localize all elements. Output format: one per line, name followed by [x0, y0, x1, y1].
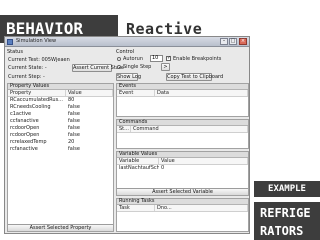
variable-name: lastNachtaufSchwel...	[119, 165, 159, 171]
property-value: false	[68, 104, 80, 110]
variable-value-column-header[interactable]: Value	[159, 158, 248, 164]
data-column-header[interactable]: Data	[155, 90, 248, 96]
next-step-button[interactable]: >	[161, 63, 170, 71]
running-tasks-panel: Running Tasks Task Dno...	[116, 198, 249, 232]
commands-table-header: St... Command	[117, 126, 248, 133]
value-column-header[interactable]: Value	[66, 90, 113, 96]
example-tag: Example	[254, 181, 320, 197]
events-table-header: Event Data	[117, 90, 248, 97]
property-name: c1active	[10, 111, 32, 117]
property-name: rcfanactive	[10, 146, 38, 152]
autorun-label: Autorun	[123, 56, 144, 62]
single-step-radio[interactable]	[117, 65, 121, 69]
table-row[interactable]: rcfanactive false	[8, 146, 113, 153]
tasks-table-header: Task Dno...	[117, 205, 248, 212]
property-name: RCneedsCooling	[10, 104, 51, 110]
table-row[interactable]: rcdoorOpen false	[8, 125, 113, 132]
assert-current-state-button[interactable]: Assert Current State	[72, 64, 124, 72]
autorun-radio[interactable]	[117, 57, 121, 61]
property-value: 80	[68, 97, 75, 103]
step-interval-spinner[interactable]: 10	[150, 55, 163, 62]
table-row[interactable]: ccfanactive false	[8, 118, 113, 125]
events-panel: Events Event Data	[116, 83, 249, 117]
property-name: ccfanactive	[10, 118, 39, 124]
property-name: rcdoorOpen	[10, 125, 40, 131]
window-titlebar[interactable]: Simulation View – □ ×	[5, 37, 249, 47]
show-log-button[interactable]: Show Log	[116, 73, 141, 81]
maximize-button[interactable]: □	[229, 38, 237, 45]
current-step-label: Current Step: -	[8, 74, 45, 80]
property-value: false	[68, 125, 80, 131]
table-row[interactable]: rcdoorOpen false	[8, 132, 113, 139]
current-state-label: Current State: -	[8, 65, 47, 71]
event-column-header[interactable]: Event	[117, 90, 155, 96]
property-values-panel: Property Values Property Value RCaccumul…	[7, 83, 114, 232]
property-value: false	[68, 118, 80, 124]
single-step-label: Single Step	[123, 64, 152, 70]
window-title: Simulation View	[16, 38, 57, 44]
refrigerators-tag: Refrige rators	[254, 202, 320, 240]
variable-column-header[interactable]: Variable	[117, 158, 159, 164]
table-row[interactable]: RCneedsCooling false	[8, 104, 113, 111]
property-name: rcrelaxedTemp	[10, 139, 47, 145]
enable-breakpoints-label: Enable Breakpoints	[173, 56, 222, 62]
status-header: Status	[7, 49, 23, 55]
table-row[interactable]: lastNachtaufSchwel...0	[117, 165, 248, 172]
command-column-header[interactable]: Command	[131, 126, 248, 132]
control-header: Control	[116, 49, 135, 55]
property-value: false	[68, 146, 80, 152]
minimize-button[interactable]: –	[220, 38, 228, 45]
variable-values-panel: Variable Values Variable Value lastNacht…	[116, 151, 249, 196]
task-column-header[interactable]: Task	[117, 205, 155, 211]
variable-table-header: Variable Value	[117, 158, 248, 165]
simulation-window: Simulation View – □ × Status Current Tes…	[4, 36, 250, 234]
property-value: false	[68, 132, 80, 138]
app-icon	[7, 39, 13, 45]
task-status-column-header[interactable]: Dno...	[155, 205, 248, 211]
table-row[interactable]: rcrelaxedTemp 20	[8, 139, 113, 146]
step-column-header[interactable]: St...	[117, 126, 131, 132]
commands-panel: Commands St... Command	[116, 119, 249, 149]
property-name: rcdoorOpen	[10, 132, 40, 138]
table-row[interactable]: RCaccumulatedRus... 80	[8, 97, 113, 104]
property-value: 20	[68, 139, 75, 145]
current-test-label: Current Test: 005Wjeaen	[8, 57, 70, 63]
assert-selected-property-button[interactable]: Assert Selected Property	[8, 224, 113, 231]
property-column-header[interactable]: Property	[8, 90, 66, 96]
close-button[interactable]: ×	[239, 38, 247, 45]
property-name: RCaccumulatedRus...	[10, 97, 63, 103]
table-row[interactable]: c1active false	[8, 111, 113, 118]
property-table-header: Property Value	[8, 90, 113, 97]
property-value: false	[68, 111, 80, 117]
variable-value: 0	[161, 165, 165, 171]
copy-test-to-clipboard-button[interactable]: Copy Test to Clipboard	[166, 73, 223, 81]
enable-breakpoints-checkbox[interactable]: ✓	[166, 56, 171, 61]
assert-selected-variable-button[interactable]: Assert Selected Variable	[117, 188, 248, 195]
